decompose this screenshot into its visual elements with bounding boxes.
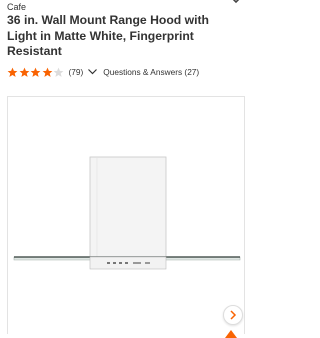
product-image-gallery[interactable] — [7, 96, 245, 334]
rating-row[interactable]: (79) Questions & Answers (27) — [7, 65, 199, 79]
orange-badge-icon[interactable] — [222, 326, 240, 338]
product-title: 36 in. Wall Mount Range Hood with Light … — [7, 13, 209, 58]
star-icon — [30, 67, 41, 77]
next-image-button[interactable] — [223, 305, 243, 325]
star-icon — [19, 67, 29, 77]
star-rating[interactable] — [7, 67, 65, 78]
questions-answers-link[interactable]: Questions & Answers (27) — [103, 67, 199, 77]
star-icon — [42, 67, 52, 77]
review-count[interactable]: (79) — [69, 67, 84, 77]
brand-name[interactable]: Cafe — [7, 2, 26, 12]
chevron-down-icon[interactable] — [87, 68, 98, 76]
chevron-right-icon — [230, 310, 237, 320]
star-icon — [53, 67, 64, 77]
range-hood-image — [13, 156, 241, 270]
star-icon — [7, 67, 18, 77]
chevron-down-icon[interactable] — [229, 0, 243, 6]
